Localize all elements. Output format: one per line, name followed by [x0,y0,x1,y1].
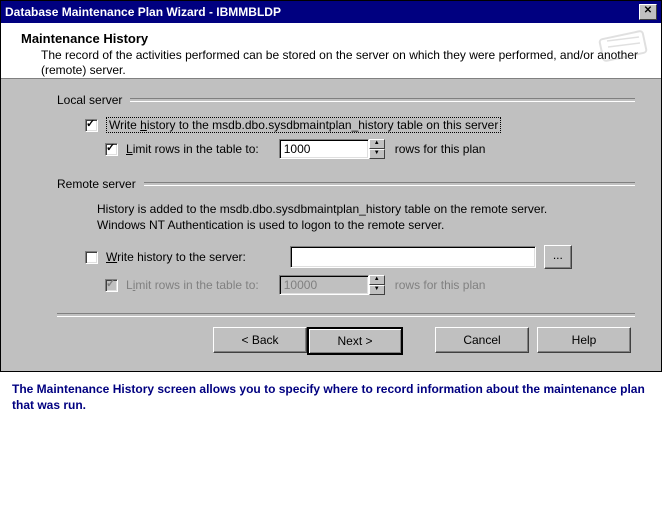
remote-limit-suffix: rows for this plan [395,278,486,292]
local-server-group: Local server Write history to the msdb.d… [57,93,635,159]
remote-server-browse-button[interactable]: ... [544,245,572,269]
back-button[interactable]: < Back [213,327,307,353]
local-limit-rows-input[interactable] [279,139,369,159]
button-divider [57,313,635,317]
remote-write-history-checkbox[interactable] [85,251,98,264]
local-limit-spin-down[interactable]: ▼ [369,149,385,159]
remote-server-input[interactable] [290,246,536,268]
group-divider [144,182,635,186]
cancel-button[interactable]: Cancel [435,327,529,353]
page-title: Maintenance History [21,31,641,46]
wizard-button-row: < Back Next > Cancel Help [57,327,635,359]
close-button[interactable]: ✕ [639,4,657,20]
help-button[interactable]: Help [537,327,631,353]
titlebar: Database Maintenance Plan Wizard - IBMMB… [1,1,661,23]
remote-limit-spin-up: ▲ [369,275,385,285]
server-graphic-icon [591,27,651,67]
remote-write-history-label: Write history to the server: [106,250,246,264]
wizard-window: Database Maintenance Plan Wizard - IBMMB… [0,0,662,372]
window-title: Database Maintenance Plan Wizard - IBMMB… [5,5,281,19]
remote-server-group: Remote server History is added to the ms… [57,177,635,295]
body-area: Local server Write history to the msdb.d… [1,79,661,371]
remote-limit-rows-input [279,275,369,295]
figure-caption: The Maintenance History screen allows yo… [0,372,660,423]
remote-limit-rows-label: Limit rows in the table to: [126,278,259,292]
local-limit-spin-up[interactable]: ▲ [369,139,385,149]
remote-server-label: Remote server [57,177,144,191]
local-server-label: Local server [57,93,130,107]
local-write-history-label: Write history to the msdb.dbo.sysdbmaint… [106,117,501,133]
local-limit-rows-checkbox[interactable] [105,143,118,156]
remote-limit-rows-checkbox [105,279,118,292]
remote-info-text: History is added to the msdb.dbo.sysdbma… [97,201,635,233]
header-area: Maintenance History The record of the ac… [1,23,661,79]
local-write-history-checkbox[interactable] [85,119,98,132]
local-limit-suffix: rows for this plan [395,142,486,156]
group-divider [130,98,635,102]
page-description: The record of the activities performed c… [21,48,641,78]
remote-limit-spin-down: ▼ [369,285,385,295]
local-limit-rows-label: Limit rows in the table to: [126,142,259,156]
next-button[interactable]: Next > [307,327,403,355]
